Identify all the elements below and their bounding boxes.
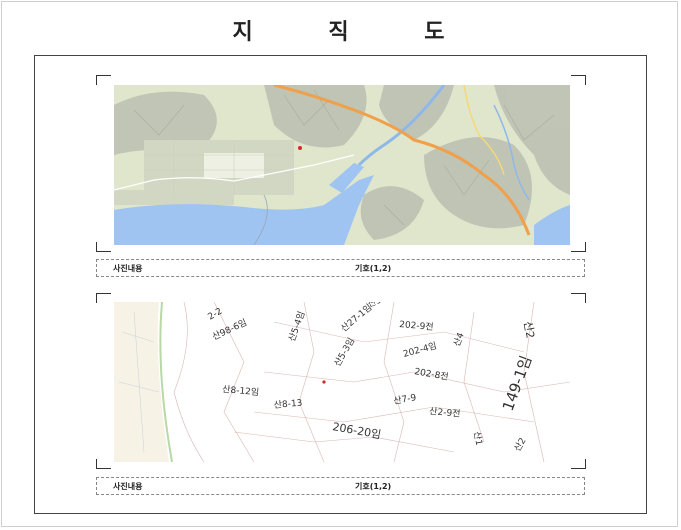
photo-caption-2: 사진내용 기호(1,2) [96,477,585,495]
crop-mark-top-left [96,293,111,303]
photo-caption-1: 사진내용 기호(1,2) [96,259,585,277]
crop-mark-bottom-left [96,242,111,252]
document-title: 지 직 도 [232,20,479,45]
crop-mark-bottom-left [96,459,111,469]
cadastral-map-image: 2-2 산98-6임 산5-4임 산5-3임 산9 산27-1임 202-4임 … [114,302,570,462]
crop-mark-top-left [96,75,111,85]
crop-mark-top-right [571,293,586,303]
crop-mark-bottom-right [571,459,586,469]
terrain-map-image [114,85,570,245]
caption-code: 기호(1,2) [355,264,392,273]
caption-label: 사진내용 [113,482,143,491]
caption-label: 사진내용 [113,264,143,273]
caption-code: 기호(1,2) [355,482,392,491]
crop-mark-bottom-right [571,242,586,252]
crop-mark-top-right [571,75,586,85]
